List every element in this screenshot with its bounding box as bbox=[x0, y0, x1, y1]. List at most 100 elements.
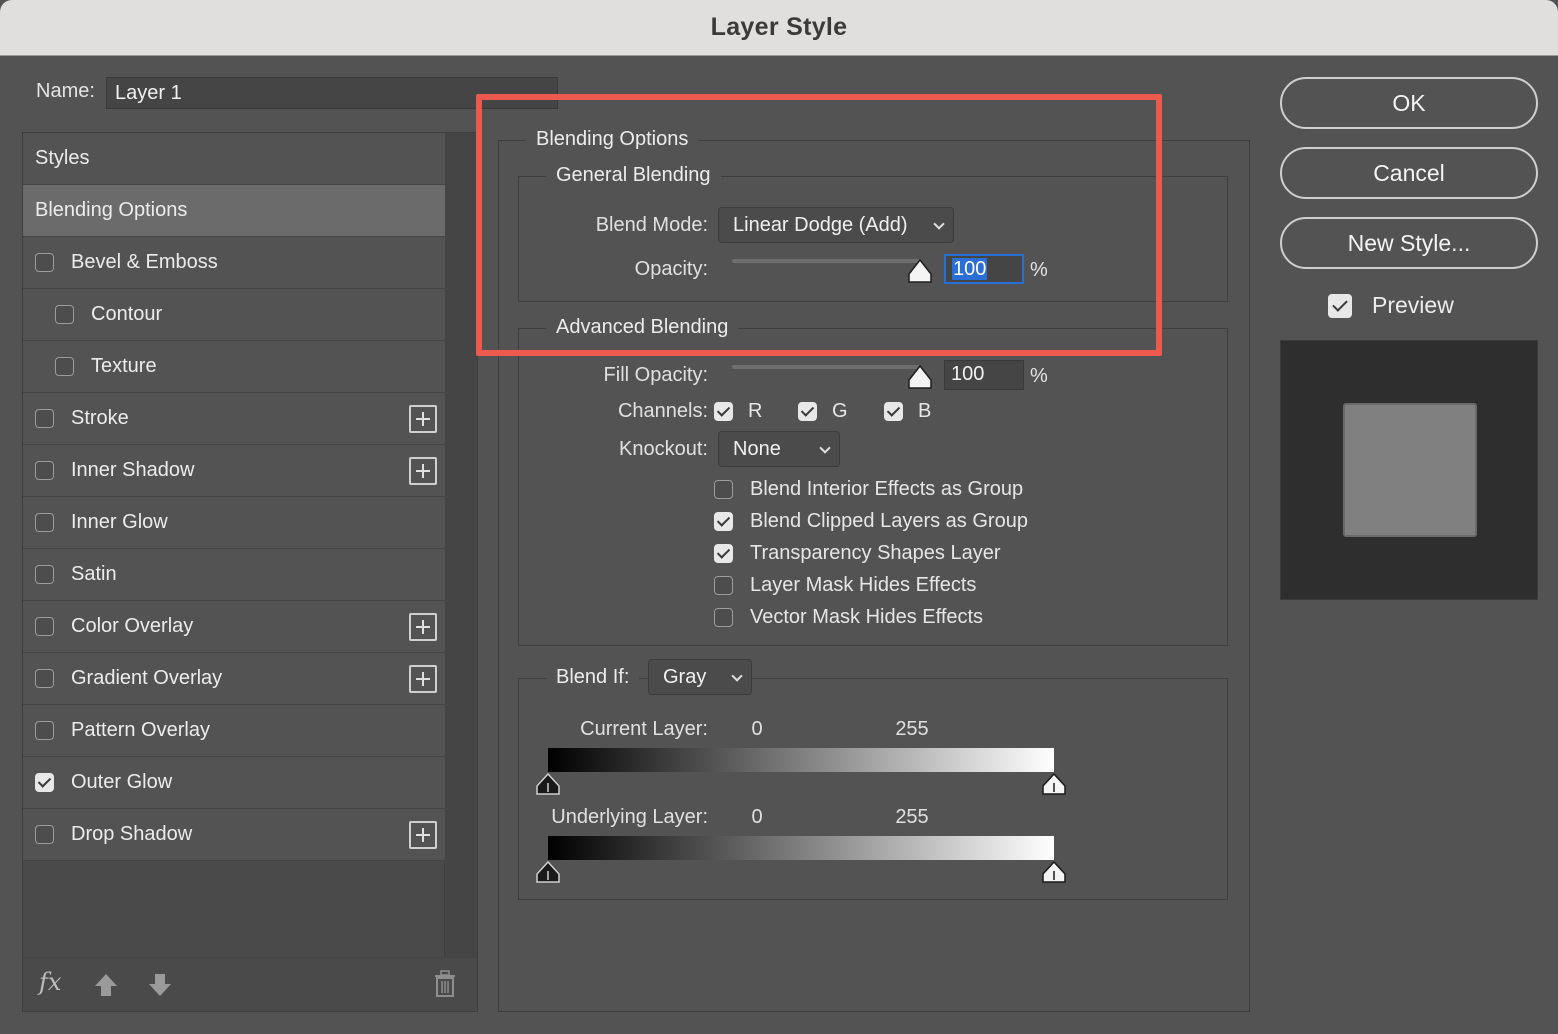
advanced-option-label: Blend Clipped Layers as Group bbox=[750, 510, 1028, 532]
style-item-label: Satin bbox=[71, 563, 117, 585]
add-effect-icon[interactable] bbox=[409, 457, 437, 485]
channels-label: Channels: bbox=[617, 400, 708, 422]
channel-checkbox-box[interactable] bbox=[884, 402, 903, 421]
underlying-layer-max: 255 bbox=[895, 806, 929, 828]
style-item[interactable]: Texture bbox=[23, 341, 445, 393]
style-item-checkbox[interactable] bbox=[35, 565, 54, 584]
style-item-label: Pattern Overlay bbox=[71, 719, 210, 741]
underlying-layer-gradient bbox=[548, 836, 1054, 860]
underlying-layer-black-slider[interactable] bbox=[536, 860, 562, 884]
style-item-checkbox[interactable] bbox=[35, 721, 54, 740]
styles-header-label: Styles bbox=[35, 147, 90, 169]
style-item-label: Drop Shadow bbox=[71, 823, 193, 845]
style-item-checkbox[interactable] bbox=[35, 773, 54, 792]
style-item-checkbox[interactable] bbox=[35, 617, 54, 636]
blend-if-dropdown[interactable]: Gray bbox=[648, 659, 752, 695]
style-item[interactable]: Blending Options bbox=[23, 185, 445, 237]
style-item-label: Contour bbox=[91, 303, 163, 325]
window-title: Layer Style bbox=[710, 13, 848, 41]
blend-if-group bbox=[518, 678, 1228, 900]
styles-list: Styles Blending Options Bevel & Emboss Con… bbox=[22, 132, 478, 1012]
style-item[interactable]: Inner Shadow bbox=[23, 445, 445, 497]
add-effect-icon[interactable] bbox=[409, 613, 437, 641]
style-item-checkbox[interactable] bbox=[55, 305, 74, 324]
underlying-layer-white-slider[interactable] bbox=[1042, 860, 1068, 884]
knockout-label: Knockout: bbox=[619, 438, 708, 460]
style-item-label: Blending Options bbox=[35, 199, 188, 221]
current-layer-max: 255 bbox=[895, 718, 929, 740]
style-item-label: Gradient Overlay bbox=[71, 667, 223, 689]
chevron-down-icon bbox=[731, 670, 743, 682]
channel-checkbox-box[interactable] bbox=[714, 402, 733, 421]
cancel-button[interactable]: Cancel bbox=[1280, 147, 1538, 199]
style-item-label: Bevel & Emboss bbox=[71, 251, 218, 273]
style-item[interactable]: Gradient Overlay bbox=[23, 653, 445, 705]
arrow-up-icon[interactable] bbox=[93, 972, 119, 998]
styles-list-scrollbar[interactable] bbox=[444, 133, 477, 959]
advanced-option-label: Blend Interior Effects as Group bbox=[750, 478, 1024, 500]
fill-opacity-slider-track[interactable] bbox=[732, 365, 920, 369]
add-effect-icon[interactable] bbox=[409, 405, 437, 433]
channel-label: R bbox=[748, 400, 763, 422]
new-style-button[interactable]: New Style... bbox=[1280, 217, 1538, 269]
trash-icon[interactable] bbox=[433, 970, 457, 998]
arrow-down-icon[interactable] bbox=[147, 972, 173, 998]
knockout-dropdown[interactable]: None bbox=[718, 431, 840, 467]
style-item[interactable]: Pattern Overlay bbox=[23, 705, 445, 757]
preview-checkbox[interactable] bbox=[1328, 294, 1352, 318]
style-item[interactable]: Bevel & Emboss bbox=[23, 237, 445, 289]
style-item-label: Outer Glow bbox=[71, 771, 173, 793]
style-item-checkbox[interactable] bbox=[35, 825, 54, 844]
ok-button[interactable]: OK bbox=[1280, 77, 1538, 129]
style-item[interactable]: Satin bbox=[23, 549, 445, 601]
preview-swatch bbox=[1343, 403, 1477, 537]
blend-if-label: Blend If: bbox=[546, 666, 640, 689]
style-item[interactable]: Inner Glow bbox=[23, 497, 445, 549]
current-layer-white-slider[interactable] bbox=[1042, 772, 1068, 796]
style-item-label: Color Overlay bbox=[71, 615, 194, 637]
fill-opacity-label: Fill Opacity: bbox=[603, 364, 708, 386]
preview-label: Preview bbox=[1372, 292, 1454, 318]
advanced-option-label: Layer Mask Hides Effects bbox=[750, 574, 977, 596]
advanced-option-label: Transparency Shapes Layer bbox=[750, 542, 1001, 564]
style-item-label: Stroke bbox=[71, 407, 129, 429]
styles-list-footer: fx bbox=[23, 957, 477, 1011]
channel-label: B bbox=[918, 400, 932, 422]
underlying-layer-label: Underlying Layer: bbox=[551, 806, 708, 828]
advanced-option-checkbox[interactable] bbox=[714, 512, 733, 531]
style-item-checkbox[interactable] bbox=[35, 409, 54, 428]
style-item-checkbox[interactable] bbox=[35, 513, 54, 532]
current-layer-label: Current Layer: bbox=[580, 718, 708, 740]
style-item-label: Inner Shadow bbox=[71, 459, 195, 481]
advanced-option-checkbox[interactable] bbox=[714, 480, 733, 499]
style-item-checkbox[interactable] bbox=[35, 253, 54, 272]
style-item[interactable]: Stroke bbox=[23, 393, 445, 445]
knockout-value: None bbox=[733, 438, 781, 460]
add-effect-icon[interactable] bbox=[409, 821, 437, 849]
style-item[interactable]: Contour bbox=[23, 289, 445, 341]
style-item-checkbox[interactable] bbox=[35, 461, 54, 480]
style-item-checkbox[interactable] bbox=[55, 357, 74, 376]
current-layer-black-slider[interactable] bbox=[536, 772, 562, 796]
underlying-layer-min: 0 bbox=[751, 806, 763, 828]
style-item-checkbox[interactable] bbox=[35, 669, 54, 688]
title-bar: Layer Style bbox=[0, 0, 1558, 56]
add-effect-icon[interactable] bbox=[409, 665, 437, 693]
advanced-option-checkbox[interactable] bbox=[714, 544, 733, 563]
style-item-label: Texture bbox=[91, 355, 157, 377]
advanced-option-checkbox[interactable] bbox=[714, 576, 733, 595]
styles-header[interactable]: Styles bbox=[23, 133, 445, 185]
style-item[interactable]: Color Overlay bbox=[23, 601, 445, 653]
highlight-annotation bbox=[476, 94, 1162, 356]
fx-icon[interactable]: fx bbox=[39, 968, 61, 996]
channel-label: G bbox=[832, 400, 848, 422]
blend-if-value: Gray bbox=[663, 666, 707, 688]
current-layer-gradient bbox=[548, 748, 1054, 772]
style-item[interactable]: Drop Shadow bbox=[23, 809, 445, 861]
advanced-option-checkbox[interactable] bbox=[714, 608, 733, 627]
style-item[interactable]: Outer Glow bbox=[23, 757, 445, 809]
fill-opacity-input[interactable]: 100 bbox=[944, 360, 1024, 390]
fill-opacity-slider-thumb[interactable] bbox=[907, 364, 933, 390]
fill-opacity-unit: % bbox=[1030, 365, 1048, 387]
channel-checkbox-box[interactable] bbox=[798, 402, 817, 421]
